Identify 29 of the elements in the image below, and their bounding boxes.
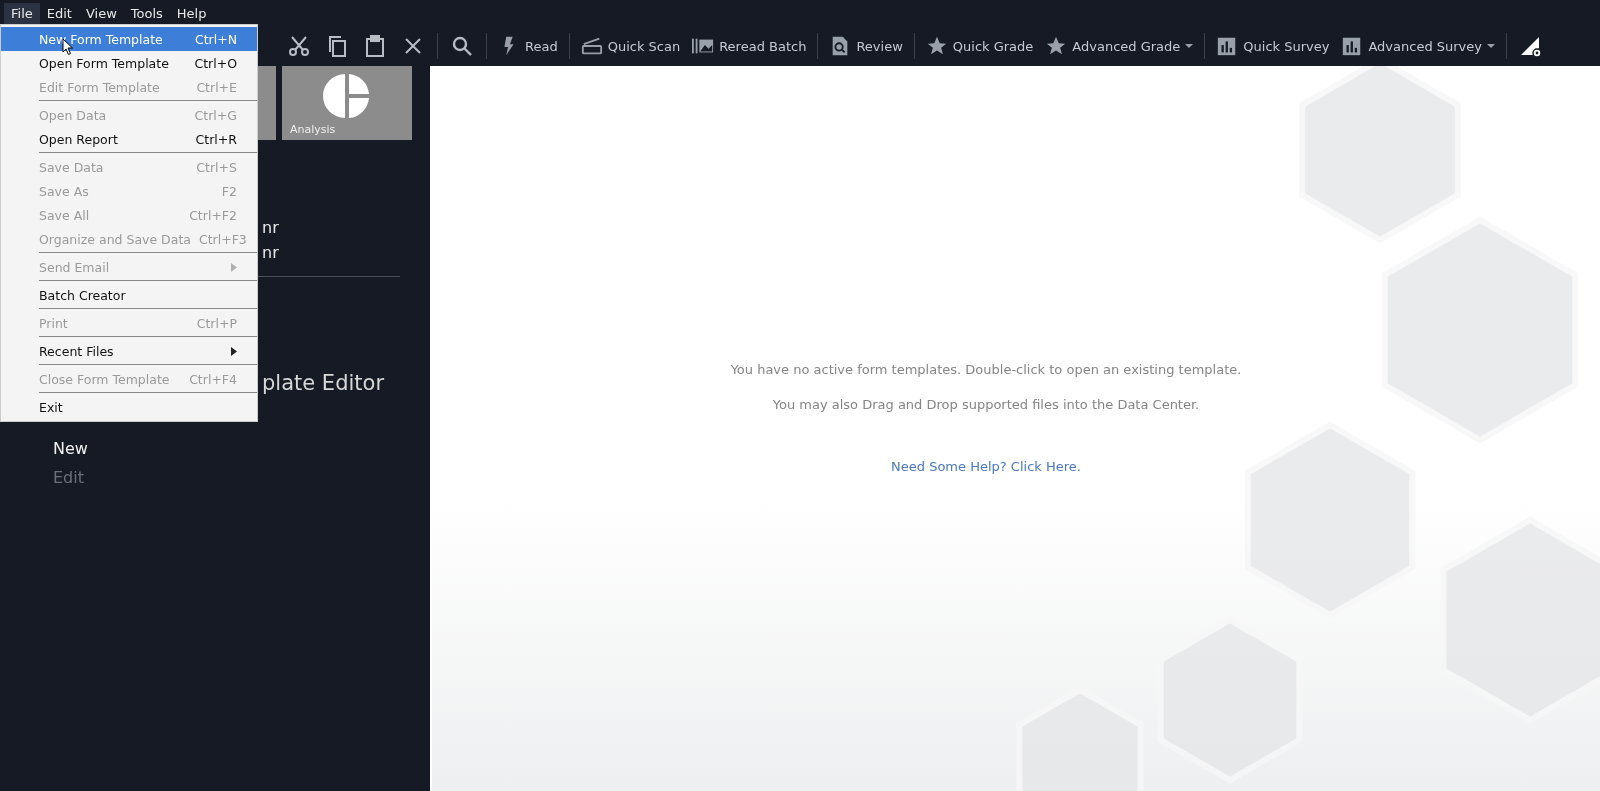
pie-chart-icon [323,72,371,120]
info-text: You have no active form templates. Double-click to open an existing template. [730,362,1242,377]
caret-icon [1185,43,1194,49]
action-link[interactable]: New [53,439,88,458]
toolbar-button[interactable]: Review [825,33,907,59]
info-text: You may also Drag and Drop supported files into the Data Center. [772,397,1200,412]
menu-bar-item[interactable]: Help [169,2,214,24]
toolbar-button[interactable]: Advanced Survey [1337,33,1499,59]
scanner-icon [580,35,603,57]
toolbar-button[interactable]: Quick Grade [921,33,1038,59]
caret-icon [1487,43,1495,49]
menu-bar-item[interactable]: File [4,2,40,24]
help-link[interactable]: Need Some Help? Click Here. [891,459,1081,474]
recent-file-text[interactable]: nr [262,243,279,262]
menu-item[interactable]: Recent Files [1,339,257,363]
menu-bar-item[interactable]: Edit [39,2,79,24]
menu-item[interactable]: Open Form Template Ctrl+O [1,51,257,75]
menu-item[interactable]: Open Report Ctrl+R [1,127,257,151]
toolbar-button[interactable]: Advanced Grade [1041,33,1198,59]
section-heading: plate Editor [262,371,384,395]
menu-bar-item[interactable]: Tools [123,2,170,24]
toolbar-button[interactable]: Read [494,33,562,59]
menu-item[interactable]: Batch Creator [1,283,257,307]
toolbar-button[interactable]: Reread Batch [688,33,811,59]
menu-bar-item[interactable]: View [78,2,124,24]
menu-item[interactable]: Exit [1,395,257,419]
toolbar-button[interactable]: Quick Scan [576,33,685,59]
recent-file-text[interactable]: nr [262,218,279,237]
toolbar-button[interactable]: Quick Survey [1212,33,1334,59]
